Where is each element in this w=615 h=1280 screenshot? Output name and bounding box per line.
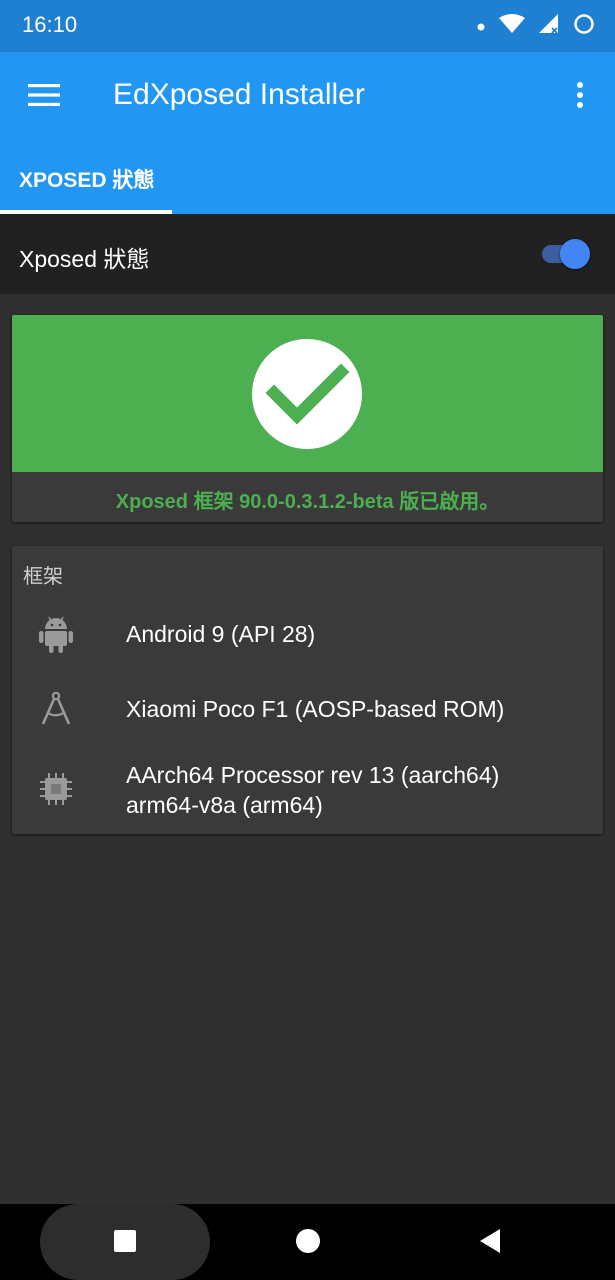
home-button[interactable]: [293, 1228, 323, 1258]
recents-square-icon: [113, 1229, 137, 1258]
compass-icon: [36, 689, 76, 729]
framework-card: 框架 Android 9 (API 28) Xiaomi Poco F1 (AO…: [12, 546, 603, 834]
status-message: Xposed 框架 90.0-0.3.1.2-beta 版已啟用。: [115, 491, 500, 513]
status-time: 16:10: [22, 12, 78, 37]
check-circle: [252, 339, 362, 449]
app-bar: EdXposed Installer XPOSED 狀態: [0, 52, 615, 214]
back-button[interactable]: [475, 1228, 505, 1258]
recents-button[interactable]: [110, 1228, 140, 1258]
tab-xposed-status[interactable]: XPOSED 狀態: [0, 152, 172, 214]
menu-button[interactable]: [20, 78, 68, 116]
status-icons: [477, 13, 595, 40]
card-heading: 框架: [23, 566, 63, 588]
device-model: Xiaomi Poco F1 (AOSP-based ROM): [126, 696, 505, 722]
navigation-bar: [0, 1204, 615, 1280]
more-vert-icon: [576, 81, 584, 114]
info-row-android: Android 9 (API 28): [12, 614, 603, 654]
xposed-enable-switch[interactable]: [540, 238, 592, 270]
tab-label: XPOSED 狀態: [19, 169, 155, 192]
cpu-processor: AArch64 Processor rev 13 (aarch64): [126, 762, 500, 788]
hamburger-menu-icon: [28, 83, 60, 112]
toggle-label: Xposed 狀態: [19, 246, 150, 272]
wifi-icon: [499, 14, 525, 39]
android-version: Android 9 (API 28): [126, 621, 316, 647]
info-row-cpu: AArch64 Processor rev 13 (aarch64) arm64…: [12, 758, 603, 820]
status-card: Xposed 框架 90.0-0.3.1.2-beta 版已啟用。: [12, 315, 603, 522]
signal-icon: [539, 14, 559, 39]
status-bar: 16:10: [0, 0, 615, 52]
app-title: EdXposed Installer: [113, 78, 365, 111]
info-row-device: Xiaomi Poco F1 (AOSP-based ROM): [12, 689, 603, 729]
notification-dot-icon: [477, 18, 485, 36]
switch-thumb: [560, 239, 590, 269]
status-banner: [12, 315, 603, 472]
home-circle-icon: [295, 1228, 321, 1259]
cpu-abi: arm64-v8a (arm64): [126, 792, 323, 818]
overflow-menu-button[interactable]: [565, 78, 595, 116]
cpu-chip-icon: [36, 769, 76, 809]
battery-icon: [573, 13, 595, 40]
android-icon: [36, 614, 76, 654]
checkmark-icon: [252, 363, 362, 453]
xposed-toggle-row: Xposed 狀態: [0, 214, 615, 294]
back-triangle-icon: [478, 1228, 502, 1259]
